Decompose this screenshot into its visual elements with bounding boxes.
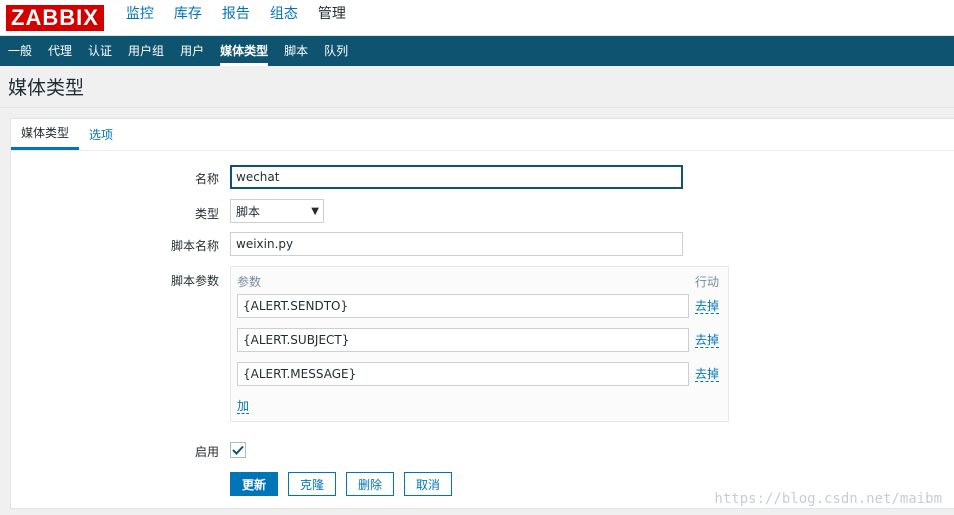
delete-button[interactable]: 删除	[346, 472, 394, 496]
page-title-bar: 媒体类型	[0, 66, 954, 108]
sub-nav: 一般 代理 认证 用户组 用户 媒体类型 脚本 队列	[0, 36, 954, 66]
top-nav: ZABBIX 监控 库存 报告 组态 管理	[0, 0, 954, 44]
enabled-label: 启用	[194, 445, 219, 459]
page-title: 媒体类型	[8, 77, 85, 99]
checkmark-icon	[232, 445, 244, 455]
top-menu: 监控 库存 报告 组态 管理	[116, 0, 356, 44]
type-label: 类型	[194, 207, 219, 221]
name-input[interactable]	[230, 165, 683, 189]
tab-options[interactable]: 选项	[79, 120, 123, 150]
param-input-sendto[interactable]	[237, 294, 689, 318]
cancel-button[interactable]: 取消	[404, 472, 452, 496]
zabbix-logo[interactable]: ZABBIX	[6, 4, 104, 31]
clone-button[interactable]: 克隆	[288, 472, 336, 496]
type-select-value: 脚本	[236, 204, 261, 219]
form-tabs: 媒体类型 选项	[11, 119, 954, 151]
type-select[interactable]: 脚本 ▼	[230, 199, 324, 223]
remove-param-link[interactable]: 去掉	[695, 333, 720, 348]
sub-nav-user-groups[interactable]: 用户组	[120, 36, 172, 66]
action-column-header: 行动	[695, 275, 720, 289]
add-param-link[interactable]: 加	[237, 399, 250, 414]
top-menu-monitoring[interactable]: 监控	[116, 0, 164, 36]
script-name-label: 脚本名称	[170, 239, 219, 253]
chevron-down-icon: ▼	[311, 205, 319, 217]
tab-media-type[interactable]: 媒体类型	[11, 119, 80, 150]
param-input-subject[interactable]	[237, 328, 689, 352]
watermark: https://blog.csdn.net/maibm	[714, 491, 942, 507]
sub-nav-media-types[interactable]: 媒体类型	[212, 36, 276, 66]
top-menu-inventory[interactable]: 库存	[164, 0, 212, 36]
script-name-input[interactable]	[230, 232, 683, 256]
top-menu-configuration[interactable]: 组态	[260, 0, 308, 36]
top-menu-administration[interactable]: 管理	[308, 0, 356, 44]
sub-nav-general[interactable]: 一般	[0, 36, 40, 66]
sub-nav-scripts[interactable]: 脚本	[276, 36, 316, 66]
update-button[interactable]: 更新	[230, 472, 278, 496]
script-params-label: 脚本参数	[170, 274, 219, 288]
enabled-checkbox[interactable]	[230, 442, 246, 458]
sub-nav-authentication[interactable]: 认证	[80, 36, 120, 66]
top-menu-reports[interactable]: 报告	[212, 0, 260, 36]
sub-nav-proxies[interactable]: 代理	[40, 36, 80, 66]
params-column-header: 参数	[237, 275, 262, 289]
param-input-message[interactable]	[237, 362, 689, 386]
sub-nav-users[interactable]: 用户	[172, 36, 212, 66]
remove-param-link[interactable]: 去掉	[695, 299, 720, 314]
remove-param-link[interactable]: 去掉	[695, 367, 720, 382]
name-label: 名称	[194, 172, 219, 186]
content-panel: 媒体类型 选项 名称 类型 脚本 ▼ 脚本名称 脚本参数 参数 行动 去掉	[10, 118, 954, 509]
script-params-table: 参数 行动 去掉 去掉 去掉 加	[230, 266, 729, 422]
sub-nav-queue[interactable]: 队列	[316, 36, 356, 66]
